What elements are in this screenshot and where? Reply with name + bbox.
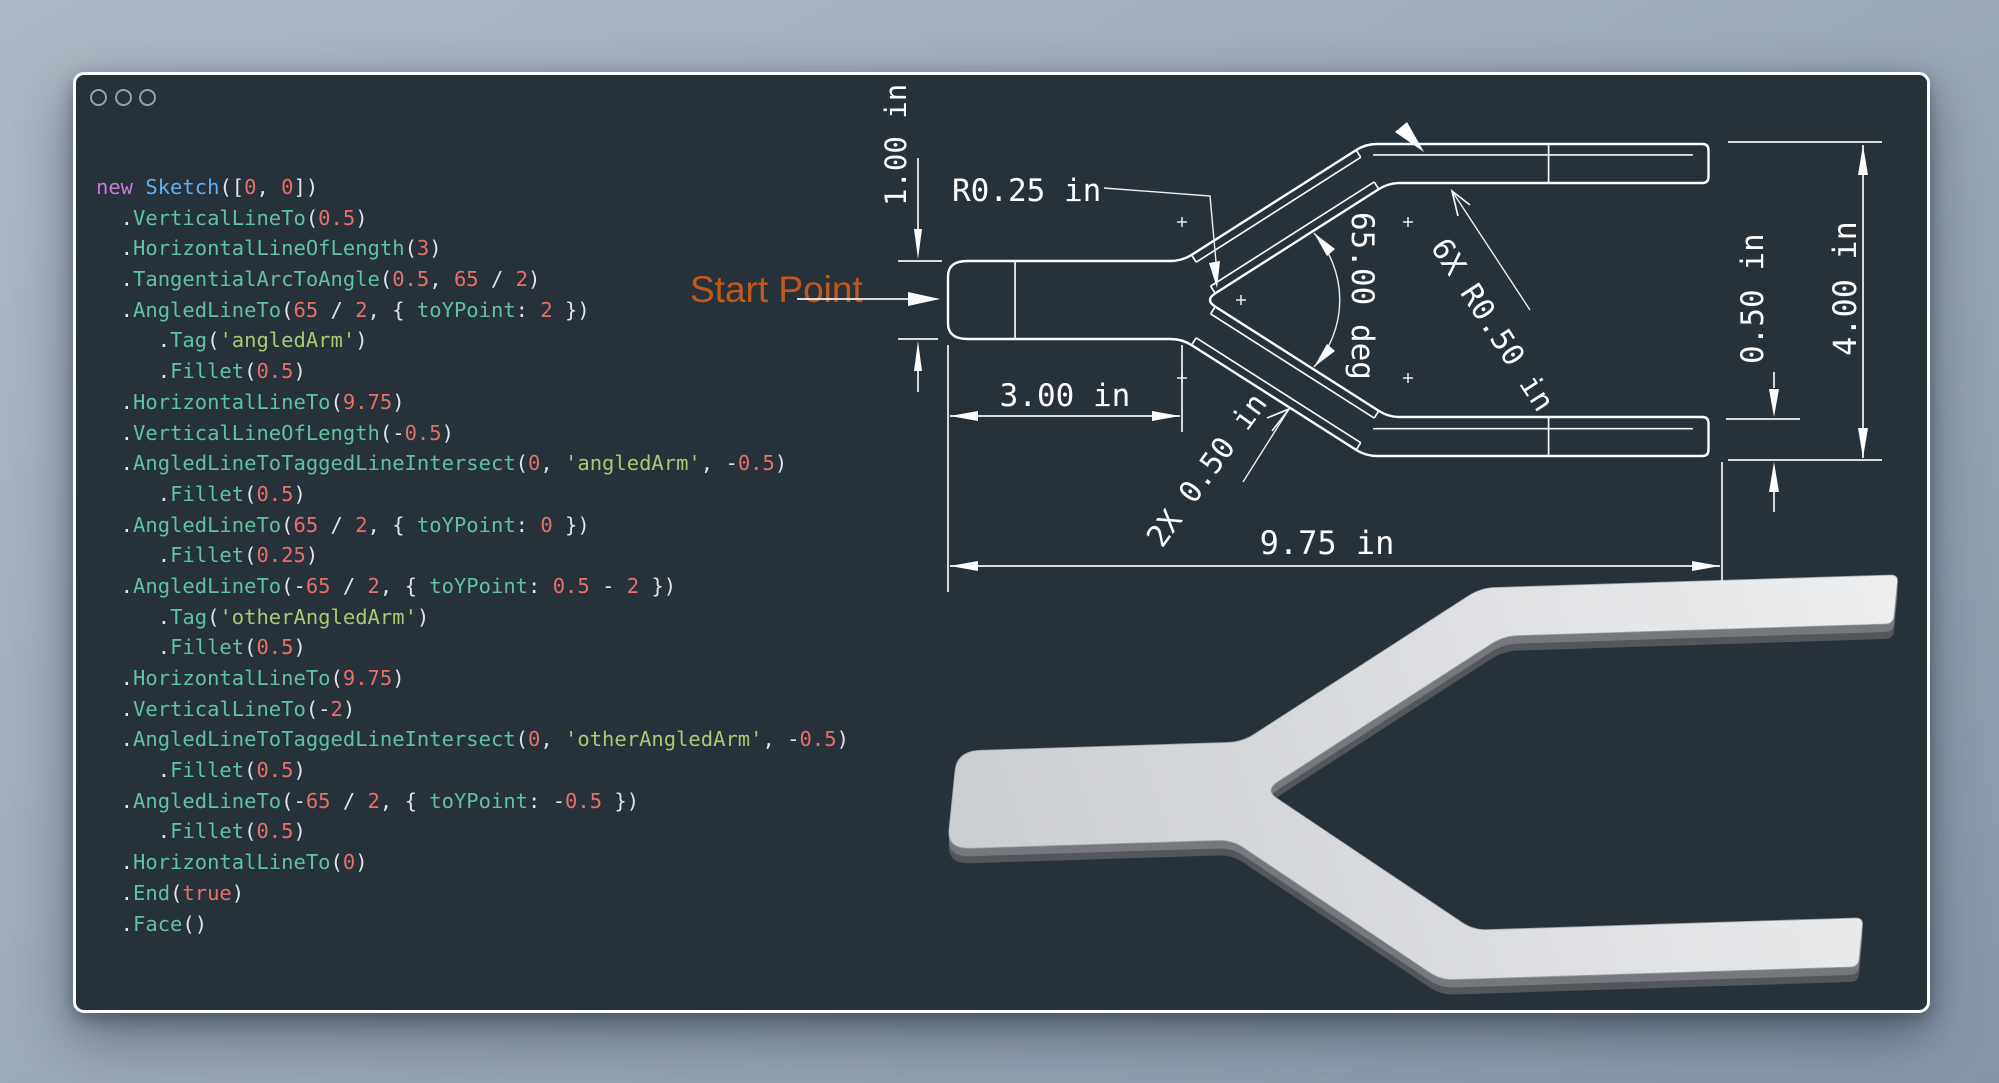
code-line: .Fillet(0.5) xyxy=(96,479,956,510)
dim-arm-thickness: 0.50 in xyxy=(1726,233,1800,512)
dim-label-fork-angle: 65.00 deg xyxy=(1344,212,1380,380)
code-line: .HorizontalLineTo(9.75) xyxy=(96,663,956,694)
dim-fork-angle: 65.00 deg xyxy=(1314,212,1380,380)
code-line: .VerticalLineTo(-2) xyxy=(96,694,956,725)
dim-stem-length: 3.00 in xyxy=(948,345,1182,592)
dim-label-arm-width: 2X 0.50 in xyxy=(1140,387,1274,554)
code-line: .AngledLineToTaggedLineIntersect(0, 'oth… xyxy=(96,724,956,755)
dim-label-corner-radius: R0.25 in xyxy=(952,173,1101,209)
dim-label-total-length: 9.75 in xyxy=(1260,524,1395,562)
dim-corner-radius: R0.25 in xyxy=(952,173,1220,288)
code-line: new Sketch([0, 0]) xyxy=(96,172,956,203)
code-line: .AngledLineTo(-65 / 2, { toYPoint: -0.5 … xyxy=(96,786,956,817)
code-line: .AngledLineTo(65 / 2, { toYPoint: 2 }) xyxy=(96,295,956,326)
dim-fillet-radii: 6X R0.50 in xyxy=(1395,122,1561,418)
code-line: .HorizontalLineTo(9.75) xyxy=(96,387,956,418)
code-line: .Fillet(0.5) xyxy=(96,755,956,786)
code-line: .VerticalLineTo(0.5) xyxy=(96,203,956,234)
code-line: .Fillet(0.5) xyxy=(96,356,956,387)
code-line: .AngledLineToTaggedLineIntersect(0, 'ang… xyxy=(96,448,956,479)
code-line: .HorizontalLineOfLength(3) xyxy=(96,233,956,264)
code-line: .Fillet(0.5) xyxy=(96,632,956,663)
code-line: .Fillet(0.25) xyxy=(96,540,956,571)
dim-label-stem-length: 3.00 in xyxy=(1000,378,1131,414)
code-line: .AngledLineTo(65 / 2, { toYPoint: 0 }) xyxy=(96,510,956,541)
code-line: .Tag('angledArm') xyxy=(96,325,956,356)
dim-total-length: 9.75 in xyxy=(950,462,1722,585)
code-line: .HorizontalLineTo(0) xyxy=(96,847,956,878)
code-editor[interactable]: new Sketch([0, 0]) .VerticalLineTo(0.5) … xyxy=(96,172,956,939)
dim-label-fillet-radii: 6X R0.50 in xyxy=(1423,232,1561,418)
code-line: .AngledLineTo(-65 / 2, { toYPoint: 0.5 -… xyxy=(96,571,956,602)
dim-label-total-height: 4.00 in xyxy=(1826,221,1864,356)
dim-label-arm-thickness: 0.50 in xyxy=(1735,233,1771,364)
app-window: Start Point 1.00 in R0.25 in xyxy=(73,72,1930,1013)
code-line: .Fillet(0.5) xyxy=(96,816,956,847)
code-line: .Face() xyxy=(96,909,956,940)
code-line: .TangentialArcToAngle(0.5, 65 / 2) xyxy=(96,264,956,295)
code-line: .End(true) xyxy=(96,878,956,909)
code-line: .VerticalLineOfLength(-0.5) xyxy=(96,418,956,449)
part-3d-render xyxy=(932,575,1898,1010)
code-line: .Tag('otherAngledArm') xyxy=(96,602,956,633)
